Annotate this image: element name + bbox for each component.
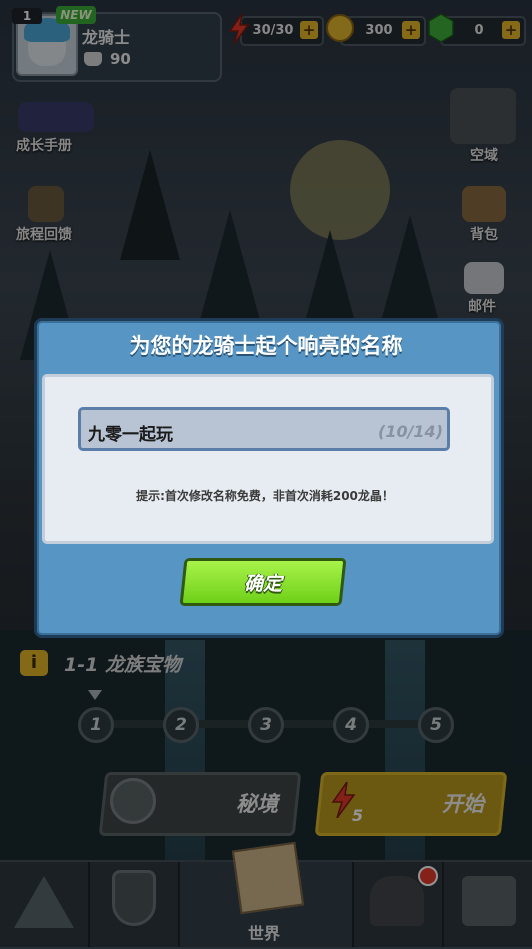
- characters-icon: [370, 876, 424, 926]
- backpack-label[interactable]: 背包: [470, 224, 498, 244]
- new-badge: NEW: [56, 6, 96, 24]
- add-gem-button[interactable]: +: [502, 21, 520, 39]
- dialog-title: 为您的龙骑士起个响亮的名称: [129, 334, 403, 358]
- stage-node[interactable]: 1: [78, 707, 114, 743]
- secret-realm-label: 秘境: [236, 792, 278, 816]
- world-map-icon: [231, 841, 305, 915]
- dialog-panel: [42, 374, 494, 544]
- gold-value: 300: [365, 23, 393, 38]
- mail-label[interactable]: 邮件: [468, 296, 496, 316]
- start-cost: 5: [352, 806, 364, 825]
- gold-coin-icon: [326, 14, 354, 42]
- backpack-icon[interactable]: [462, 186, 506, 222]
- moon: [290, 140, 390, 240]
- pine-tree: [200, 210, 260, 320]
- level-badge: 1: [12, 8, 42, 24]
- name-char-count: (10/14): [378, 422, 443, 441]
- mail-icon[interactable]: [464, 262, 504, 294]
- player-score: 90: [110, 50, 131, 68]
- stage-title: 1-1 龙族宝物: [64, 654, 181, 676]
- stage-node[interactable]: 4: [333, 707, 369, 743]
- current-stage-marker: [88, 690, 102, 700]
- shield-icon: [112, 870, 156, 926]
- pine-tree: [380, 215, 440, 325]
- stage-node[interactable]: 2: [163, 707, 199, 743]
- journey-reward-label[interactable]: 旅程回馈: [16, 224, 72, 244]
- energy-value: 30/30: [252, 23, 294, 38]
- journey-scroll-icon[interactable]: [28, 186, 64, 222]
- sky-domain-icon[interactable]: [450, 88, 516, 144]
- locked-chest-icon: [462, 876, 516, 926]
- stage-node[interactable]: 3: [248, 707, 284, 743]
- add-gold-button[interactable]: +: [402, 21, 420, 39]
- stage-node[interactable]: 5: [418, 707, 454, 743]
- confirm-button-label[interactable]: 确定: [182, 569, 344, 596]
- crown-icon: [14, 876, 74, 928]
- compass-icon: [110, 778, 156, 824]
- stage-info-icon[interactable]: i: [20, 650, 48, 676]
- player-name: 龙骑士: [82, 28, 131, 47]
- start-label: 开始: [442, 792, 484, 816]
- sky-domain-label[interactable]: 空域: [470, 145, 498, 165]
- rename-hint: 提示:首次修改名称免费，非首次消耗200龙晶！: [136, 489, 394, 503]
- pine-tree: [120, 150, 180, 260]
- alert-badge: [418, 866, 438, 886]
- growth-book-icon[interactable]: [18, 102, 94, 132]
- growth-book-label[interactable]: 成长手册: [16, 135, 72, 155]
- green-gem-icon: [428, 13, 454, 43]
- helmet-icon: [84, 52, 102, 66]
- name-input-value[interactable]: 九零一起玩: [88, 420, 173, 445]
- add-energy-button[interactable]: +: [300, 21, 318, 39]
- world-label: 世界: [248, 924, 281, 943]
- gem-value: 0: [474, 23, 484, 38]
- energy-bolt-icon: [228, 14, 250, 44]
